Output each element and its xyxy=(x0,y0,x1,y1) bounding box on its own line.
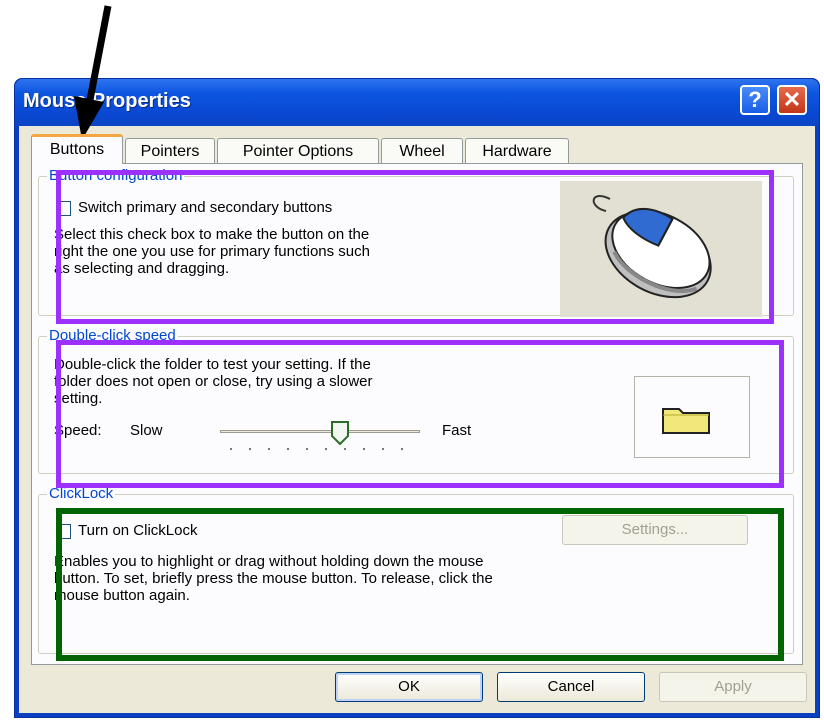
ok-button-label: OK xyxy=(398,678,420,695)
tab-pointers-label: Pointers xyxy=(140,143,200,160)
tab-pointer-options-label: Pointer Options xyxy=(242,143,354,160)
cancel-button-label: Cancel xyxy=(547,678,595,695)
apply-button-label: Apply xyxy=(714,678,752,695)
ok-button[interactable]: OK xyxy=(335,672,483,702)
tab-hardware[interactable]: Hardware xyxy=(465,138,569,163)
highlight-double-click-speed xyxy=(56,340,784,488)
tab-wheel[interactable]: Wheel xyxy=(381,138,463,163)
help-button[interactable]: ? xyxy=(740,85,770,115)
tab-wheel-label: Wheel xyxy=(399,143,445,160)
tab-pointers[interactable]: Pointers xyxy=(125,138,215,163)
tab-buttons[interactable]: Buttons xyxy=(31,134,123,164)
tab-buttons-label: Buttons xyxy=(49,141,105,158)
help-icon: ? xyxy=(748,87,762,112)
tab-hardware-label: Hardware xyxy=(482,143,552,160)
cancel-button[interactable]: Cancel xyxy=(497,672,645,702)
close-icon: ✕ xyxy=(782,87,802,112)
highlight-button-configuration xyxy=(56,170,774,324)
title-bar[interactable]: Mouse Properties ? ✕ xyxy=(15,79,819,126)
apply-button[interactable]: Apply xyxy=(659,672,807,702)
close-button[interactable]: ✕ xyxy=(777,85,807,115)
tab-pointer-options[interactable]: Pointer Options xyxy=(217,138,379,163)
highlight-clicklock xyxy=(56,508,784,661)
window-title: Mouse Properties xyxy=(23,90,191,112)
